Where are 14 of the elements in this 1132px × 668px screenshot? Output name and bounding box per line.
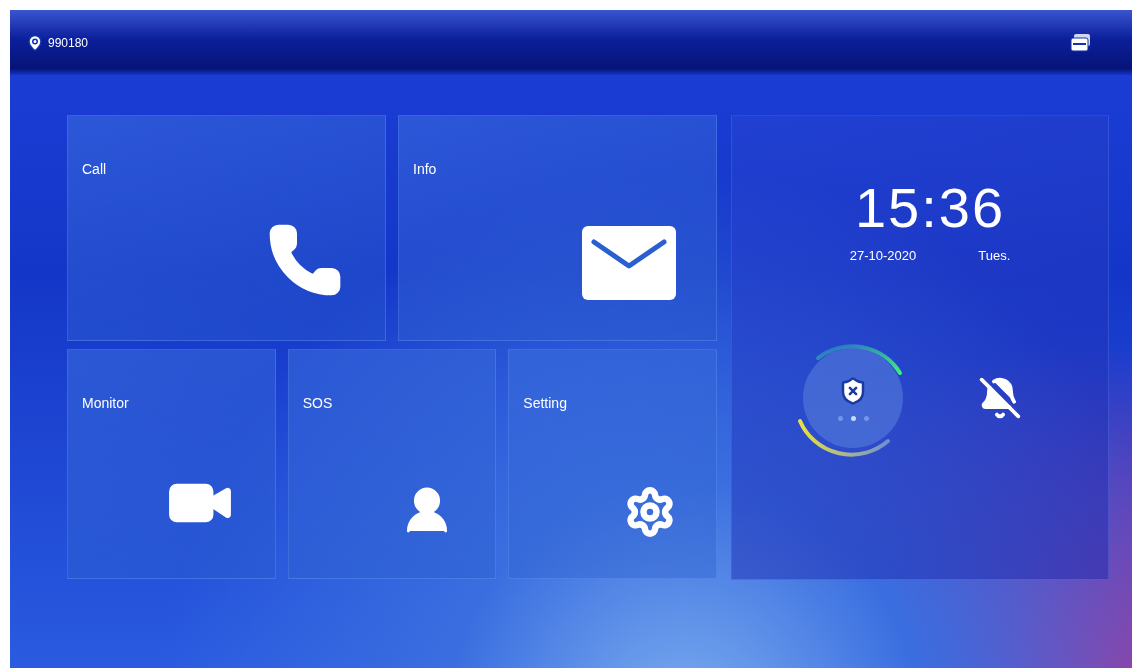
room-number: 990180: [48, 35, 89, 50]
menu-tile[interactable]: Info: [398, 115, 717, 341]
date-text: 27-10-2020: [849, 248, 917, 263]
tile-label: Call: [82, 161, 107, 177]
tile-label: Setting: [523, 395, 567, 411]
tile-label: Monitor: [82, 395, 129, 411]
menu-tile[interactable]: Monitor: [67, 349, 276, 579]
tile-label: Info: [413, 161, 437, 177]
menu-tile[interactable]: SOS: [287, 349, 497, 579]
menu-tile[interactable]: Setting: [508, 349, 717, 579]
clock-time: 15:36: [854, 178, 1006, 238]
tile-label: SOS: [302, 395, 333, 411]
weekday-text: Tues.: [978, 248, 1011, 263]
menu-tile[interactable]: Call: [67, 115, 386, 341]
